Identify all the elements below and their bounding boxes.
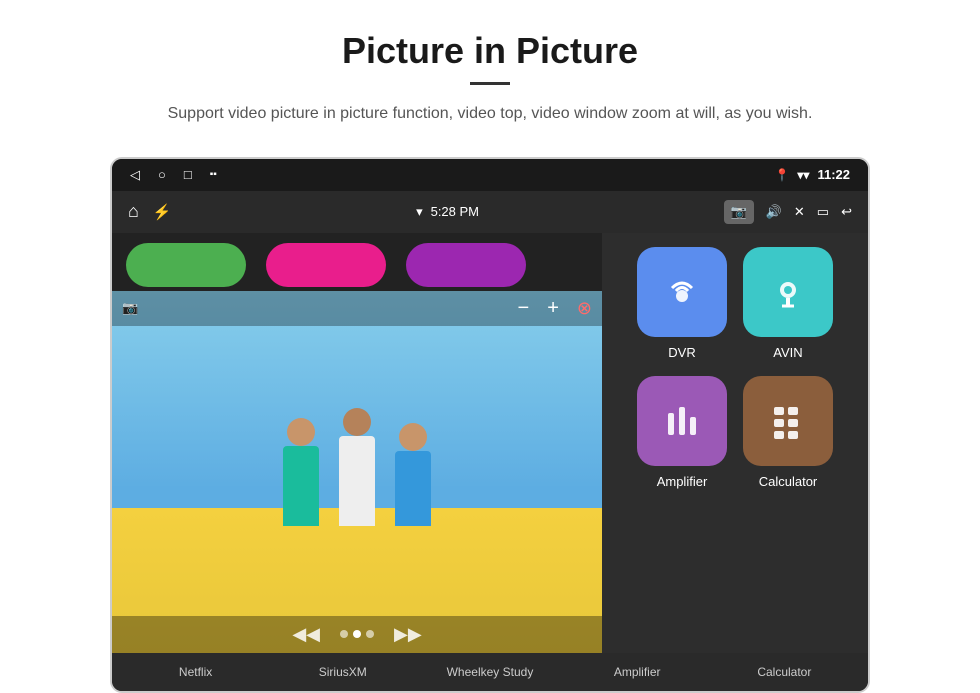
amplifier-icon-box bbox=[637, 376, 727, 466]
app-grid-row-1: DVR AVIN bbox=[618, 247, 852, 360]
avin-label: AVIN bbox=[773, 345, 802, 360]
pip-controls: − + ⊗ bbox=[518, 297, 592, 320]
app-toolbar: ⌂ ⚡ ▾ 5:28 PM 📷 🔊 ✕ ▭ ↩ bbox=[112, 191, 868, 233]
pip-overlay: 📷 − + ⊗ bbox=[112, 291, 602, 326]
prev-btn[interactable]: ◀◀ bbox=[292, 624, 320, 645]
pip-container: 📷 − + ⊗ ◀◀ bbox=[112, 291, 602, 653]
device-mockup: ◁ ○ □ ▪▪ 📍 ▾▾ 11:22 ⌂ ⚡ ▾ 5:28 PM 📷 🔊 ✕ … bbox=[110, 157, 870, 693]
calculator-label: Calculator bbox=[759, 474, 818, 489]
usb-icon[interactable]: ⚡ bbox=[153, 203, 172, 221]
home-icon[interactable]: ⌂ bbox=[128, 201, 139, 222]
page-title: Picture in Picture bbox=[60, 30, 920, 72]
app-grid-row-2: Amplifier Calculator bbox=[618, 376, 852, 489]
toolbar-time: 5:28 PM bbox=[431, 204, 479, 219]
dot-1 bbox=[340, 630, 348, 638]
wheelkey-pill[interactable] bbox=[406, 243, 526, 287]
head-3 bbox=[399, 423, 427, 451]
dot-2 bbox=[353, 630, 361, 638]
person-2 bbox=[339, 408, 375, 526]
screenshot-icon[interactable]: ▪▪ bbox=[210, 169, 217, 180]
status-bar-right: 📍 ▾▾ 11:22 bbox=[774, 167, 850, 182]
page-description: Support video picture in picture functio… bbox=[140, 101, 840, 127]
camera-icon[interactable]: 📷 bbox=[724, 200, 754, 224]
pip-plus-btn[interactable]: + bbox=[547, 297, 559, 320]
avin-icon bbox=[764, 268, 812, 316]
left-panel: 📷 − + ⊗ ◀◀ bbox=[112, 233, 602, 653]
wifi-icon: ▾▾ bbox=[797, 168, 809, 182]
app-item-avin[interactable]: AVIN bbox=[743, 247, 833, 360]
body-2 bbox=[339, 436, 375, 526]
amplifier-icon bbox=[658, 397, 706, 445]
toolbar-center: ▾ 5:28 PM bbox=[416, 204, 479, 220]
calculator-icon bbox=[764, 397, 812, 445]
person-3 bbox=[395, 423, 431, 526]
dvr-icon bbox=[658, 268, 706, 316]
pip-cam-icon: 📷 bbox=[122, 300, 138, 316]
body-1 bbox=[283, 446, 319, 526]
app-icons-row bbox=[112, 233, 602, 291]
right-panel: DVR AVIN bbox=[602, 233, 868, 653]
bottom-label-wheelkey: Wheelkey Study bbox=[445, 665, 535, 679]
bottom-label-siriusxm: SiriusXM bbox=[298, 665, 388, 679]
app-item-amplifier[interactable]: Amplifier bbox=[637, 376, 727, 489]
body-3 bbox=[395, 451, 431, 526]
status-bar: ◁ ○ □ ▪▪ 📍 ▾▾ 11:22 bbox=[112, 159, 868, 191]
app-item-calculator[interactable]: Calculator bbox=[743, 376, 833, 489]
pip-window-icon[interactable]: ▭ bbox=[817, 204, 829, 220]
pip-close-btn[interactable]: ⊗ bbox=[577, 298, 592, 319]
app-content: 📷 − + ⊗ ◀◀ bbox=[112, 233, 868, 653]
progress-dots bbox=[340, 630, 374, 638]
wifi-toolbar-icon: ▾ bbox=[416, 204, 423, 220]
netflix-pill[interactable] bbox=[126, 243, 246, 287]
dvr-icon-box bbox=[637, 247, 727, 337]
pip-video: 📷 − + ⊗ ◀◀ bbox=[112, 291, 602, 653]
bottom-label-netflix: Netflix bbox=[151, 665, 241, 679]
back-nav-icon[interactable]: ↩ bbox=[841, 204, 852, 220]
location-icon: 📍 bbox=[774, 168, 789, 182]
close-icon[interactable]: ✕ bbox=[794, 204, 805, 220]
video-controls: ◀◀ ▶▶ bbox=[112, 616, 602, 653]
app-item-dvr[interactable]: DVR bbox=[637, 247, 727, 360]
people-group bbox=[112, 408, 602, 526]
dvr-label: DVR bbox=[668, 345, 695, 360]
back-icon[interactable]: ◁ bbox=[130, 167, 140, 183]
next-btn[interactable]: ▶▶ bbox=[394, 624, 422, 645]
toolbar-left: ⌂ ⚡ bbox=[128, 201, 172, 222]
pip-minus-btn[interactable]: − bbox=[518, 297, 530, 320]
bottom-labels: Netflix SiriusXM Wheelkey Study Amplifie… bbox=[112, 653, 868, 691]
amplifier-label: Amplifier bbox=[657, 474, 708, 489]
bottom-label-amplifier: Amplifier bbox=[592, 665, 682, 679]
siriusxm-pill[interactable] bbox=[266, 243, 386, 287]
toolbar-right: 📷 🔊 ✕ ▭ ↩ bbox=[724, 200, 852, 224]
volume-icon[interactable]: 🔊 bbox=[766, 204, 782, 220]
bottom-label-calculator: Calculator bbox=[739, 665, 829, 679]
head-1 bbox=[287, 418, 315, 446]
title-divider bbox=[470, 82, 510, 85]
dot-3 bbox=[366, 630, 374, 638]
home-circle-icon[interactable]: ○ bbox=[158, 167, 166, 182]
person-1 bbox=[283, 418, 319, 526]
calculator-icon-box bbox=[743, 376, 833, 466]
page-header: Picture in Picture Support video picture… bbox=[0, 0, 980, 137]
status-bar-left: ◁ ○ □ ▪▪ bbox=[130, 167, 217, 183]
clock: 11:22 bbox=[817, 167, 850, 182]
recents-icon[interactable]: □ bbox=[184, 167, 192, 182]
avin-icon-box bbox=[743, 247, 833, 337]
head-2 bbox=[343, 408, 371, 436]
